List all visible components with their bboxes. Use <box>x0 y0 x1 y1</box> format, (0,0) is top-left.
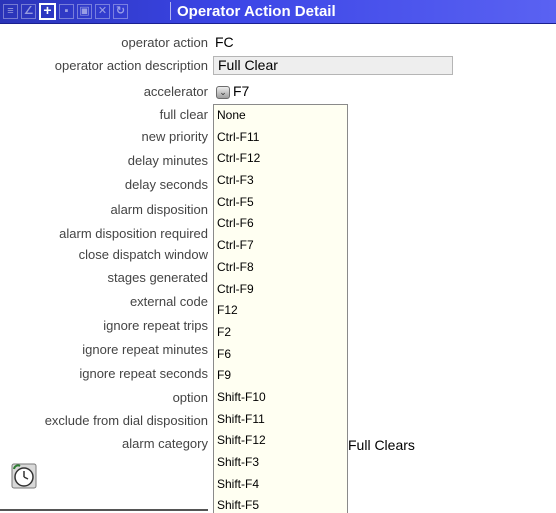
divider <box>0 509 208 511</box>
alarm-category-label: alarm category <box>122 436 208 451</box>
external-code-label: external code <box>129 294 208 309</box>
accelerator-dropdown-button[interactable]: ⌄ <box>216 86 230 99</box>
new-priority-label: new priority <box>141 129 208 144</box>
accelerator-value: F7 <box>233 83 250 99</box>
operator-action-value: FC <box>215 34 234 50</box>
dropdown-option[interactable]: Ctrl-F11 <box>214 127 347 149</box>
dropdown-option[interactable]: Ctrl-F9 <box>214 279 347 301</box>
dropdown-option[interactable]: Shift-F11 <box>214 409 347 431</box>
dropdown-option[interactable]: Ctrl-F5 <box>214 192 347 214</box>
add-icon[interactable]: + <box>39 3 56 20</box>
dropdown-option[interactable]: Ctrl-F3 <box>214 170 347 192</box>
refresh-icon[interactable]: ↻ <box>113 4 128 19</box>
ignore-repeat-seconds-label: ignore repeat seconds <box>79 366 208 381</box>
ignore-repeat-trips-label: ignore repeat trips <box>103 318 208 333</box>
alarm-disposition-label: alarm disposition <box>110 202 208 217</box>
delay-minutes-label: delay minutes <box>127 153 208 168</box>
title-bar: ≡ ∠ + ▪ ▣ ✕ ↻ Operator Action Detail <box>0 0 556 24</box>
dropdown-option[interactable]: Ctrl-F12 <box>214 148 347 170</box>
print-icon[interactable]: ▣ <box>77 4 92 19</box>
ignore-repeat-minutes-label: ignore repeat minutes <box>82 342 208 357</box>
stages-generated-label: stages generated <box>107 270 208 285</box>
delete-icon[interactable]: ✕ <box>95 4 110 19</box>
operator-action-description-field[interactable]: Full Clear <box>213 56 453 75</box>
full-clear-label: full clear <box>159 107 208 122</box>
dropdown-option[interactable]: Shift-F4 <box>214 474 347 496</box>
dropdown-option[interactable]: Shift-F5 <box>214 495 347 513</box>
dropdown-option[interactable]: Ctrl-F6 <box>214 213 347 235</box>
dropdown-option[interactable]: F2 <box>214 322 347 344</box>
dropdown-option[interactable]: F9 <box>214 365 347 387</box>
toolbar: ≡ ∠ + ▪ ▣ ✕ ↻ <box>0 2 128 21</box>
dropdown-option[interactable]: Shift-F12 <box>214 430 347 452</box>
dropdown-option[interactable]: F6 <box>214 344 347 366</box>
operator-action-description-label: operator action description <box>54 58 208 73</box>
accelerator-dropdown-list[interactable]: None Ctrl-F11 Ctrl-F12 Ctrl-F3 Ctrl-F5 C… <box>213 104 348 513</box>
option-label: option <box>172 390 208 405</box>
list-icon[interactable]: ≡ <box>3 4 18 19</box>
dropdown-option[interactable]: Ctrl-F7 <box>214 235 347 257</box>
alarm-disposition-required-label: alarm disposition required <box>59 226 208 241</box>
delay-seconds-label: delay seconds <box>124 177 208 192</box>
title-separator <box>170 2 171 20</box>
close-dispatch-window-label: close dispatch window <box>78 247 208 262</box>
edit-icon[interactable]: ∠ <box>21 4 36 19</box>
dropdown-option[interactable]: None <box>214 105 347 127</box>
dropdown-option[interactable]: Ctrl-F8 <box>214 257 347 279</box>
alarm-category-value: Full Clears <box>348 437 415 453</box>
save-icon[interactable]: ▪ <box>59 4 74 19</box>
exclude-from-dial-disposition-label: exclude from dial disposition <box>44 413 208 428</box>
window-title: Operator Action Detail <box>177 3 336 20</box>
dropdown-option[interactable]: F12 <box>214 300 347 322</box>
operator-action-label: operator action <box>121 35 208 50</box>
accelerator-label: accelerator <box>143 84 208 99</box>
dropdown-option[interactable]: Shift-F10 <box>214 387 347 409</box>
timer-icon[interactable] <box>11 463 37 489</box>
dropdown-option[interactable]: Shift-F3 <box>214 452 347 474</box>
